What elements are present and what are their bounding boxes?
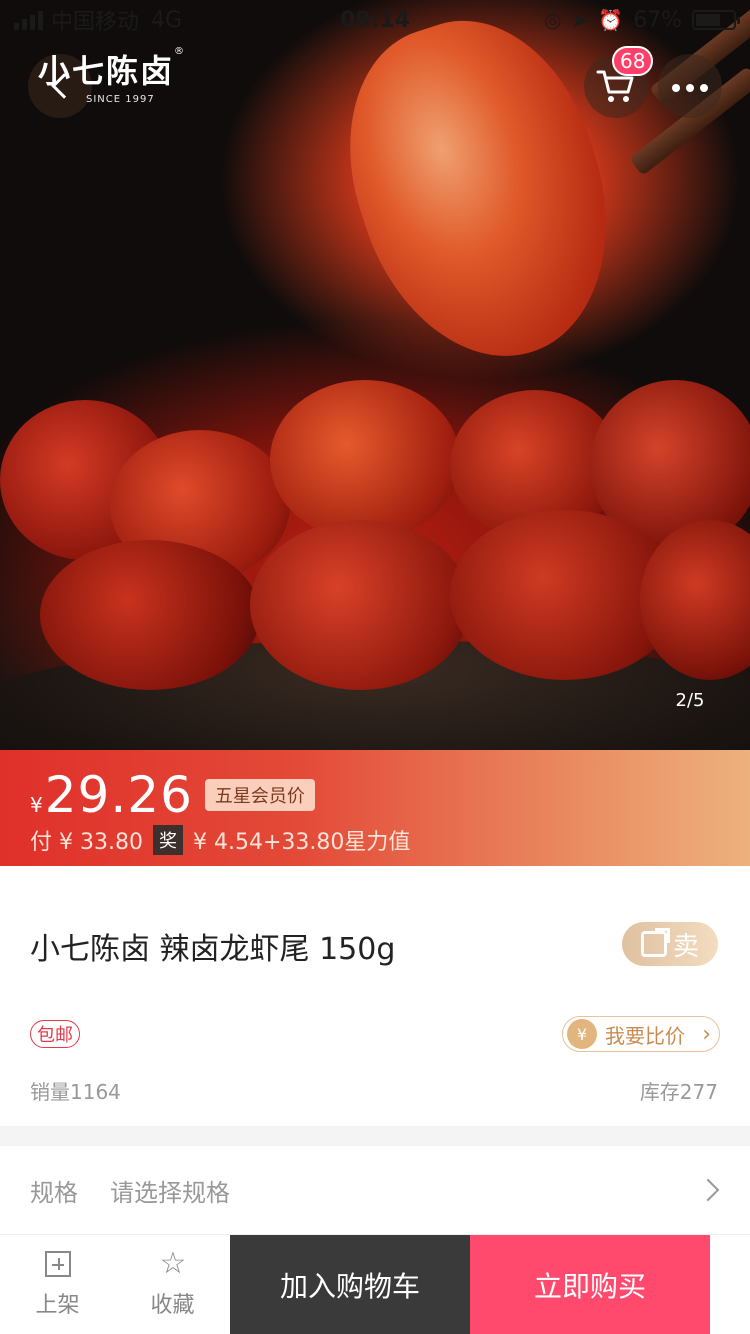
image-pager: 2/5 [675, 690, 705, 711]
member-price: 29.26 [44, 766, 193, 824]
share-sell-label: 卖 [672, 931, 699, 962]
pay-price: 付 ¥ 33.80 [30, 830, 143, 855]
brand-logo: 小七陈卤® SINCE 1997 [38, 46, 184, 105]
list-label: 上架 [35, 1292, 80, 1318]
price-banner: ¥ 29.26 五星会员价 付 ¥ 33.80 奖 ¥ 4.54+33.80星力… [0, 750, 750, 866]
sales-count: 销量1164 [30, 1080, 121, 1104]
yen-icon: ¥ [567, 1019, 597, 1049]
stock-count: 库存277 [639, 1080, 718, 1104]
list-button[interactable]: 上架 [0, 1235, 115, 1334]
brand-since: SINCE 1997 [86, 94, 155, 105]
more-dots-icon [669, 77, 711, 96]
status-bar: 中国移动 4G 09:14 ◎ ➤ ⏰ 67% [0, 0, 750, 40]
star-icon: ☆ [159, 1245, 187, 1281]
crawfish-shape [40, 540, 260, 690]
favorite-button[interactable]: ☆ 收藏 [115, 1235, 230, 1334]
member-price-tag: 五星会员价 [204, 779, 315, 811]
favorite-label: 收藏 [150, 1292, 195, 1318]
share-icon [640, 928, 670, 957]
add-to-cart-button[interactable]: 加入购物车 [230, 1235, 470, 1334]
spec-value: 请选择规格 [110, 1178, 230, 1207]
crawfish-shape [270, 380, 460, 540]
spec-selector[interactable]: 规格 请选择规格 [0, 1146, 750, 1234]
currency-symbol: ¥ [30, 793, 43, 817]
battery-percent: 67% [633, 7, 682, 33]
chevron-right-icon [696, 1178, 720, 1202]
lifted-crawfish-shape [313, 0, 647, 389]
location-icon: ➤ [571, 8, 589, 32]
buy-now-button[interactable]: 立即购买 [470, 1235, 710, 1334]
chevron-right-icon: › [702, 1021, 711, 1047]
carrier-name: 中国移动 [51, 10, 140, 35]
free-shipping-badge: 包邮 [30, 1020, 80, 1048]
compare-price-button[interactable]: ¥ 我要比价 › [562, 1016, 720, 1052]
share-sell-button[interactable]: 卖 [622, 922, 718, 966]
crawfish-shape [250, 520, 470, 690]
product-image[interactable] [0, 0, 750, 750]
brand-name: 小七陈卤 [38, 52, 175, 90]
spec-label: 规格 [30, 1178, 78, 1207]
bottom-action-bar: 上架 ☆ 收藏 加入购物车 立即购买 [0, 1234, 750, 1334]
more-button[interactable] [658, 54, 722, 118]
compare-price-label: 我要比价 [605, 1023, 685, 1048]
plus-square-icon [44, 1250, 71, 1277]
registered-mark: ® [174, 46, 185, 57]
reward-value: ¥ 4.54+33.80星力值 [192, 830, 411, 855]
signal-icon [14, 10, 43, 30]
cart-count-badge: 68 [612, 46, 654, 76]
product-title: 小七陈卤 辣卤龙虾尾 150g [30, 932, 396, 967]
alarm-icon: ⏰ [598, 8, 624, 32]
battery-icon [692, 10, 740, 30]
network-type: 4G [151, 7, 183, 33]
lock-rotation-icon: ◎ [543, 8, 562, 32]
reward-tag: 奖 [152, 825, 183, 855]
product-info: 小七陈卤 辣卤龙虾尾 150g 卖 包邮 ¥ 我要比价 › 销量1164 库存2… [0, 866, 750, 1126]
